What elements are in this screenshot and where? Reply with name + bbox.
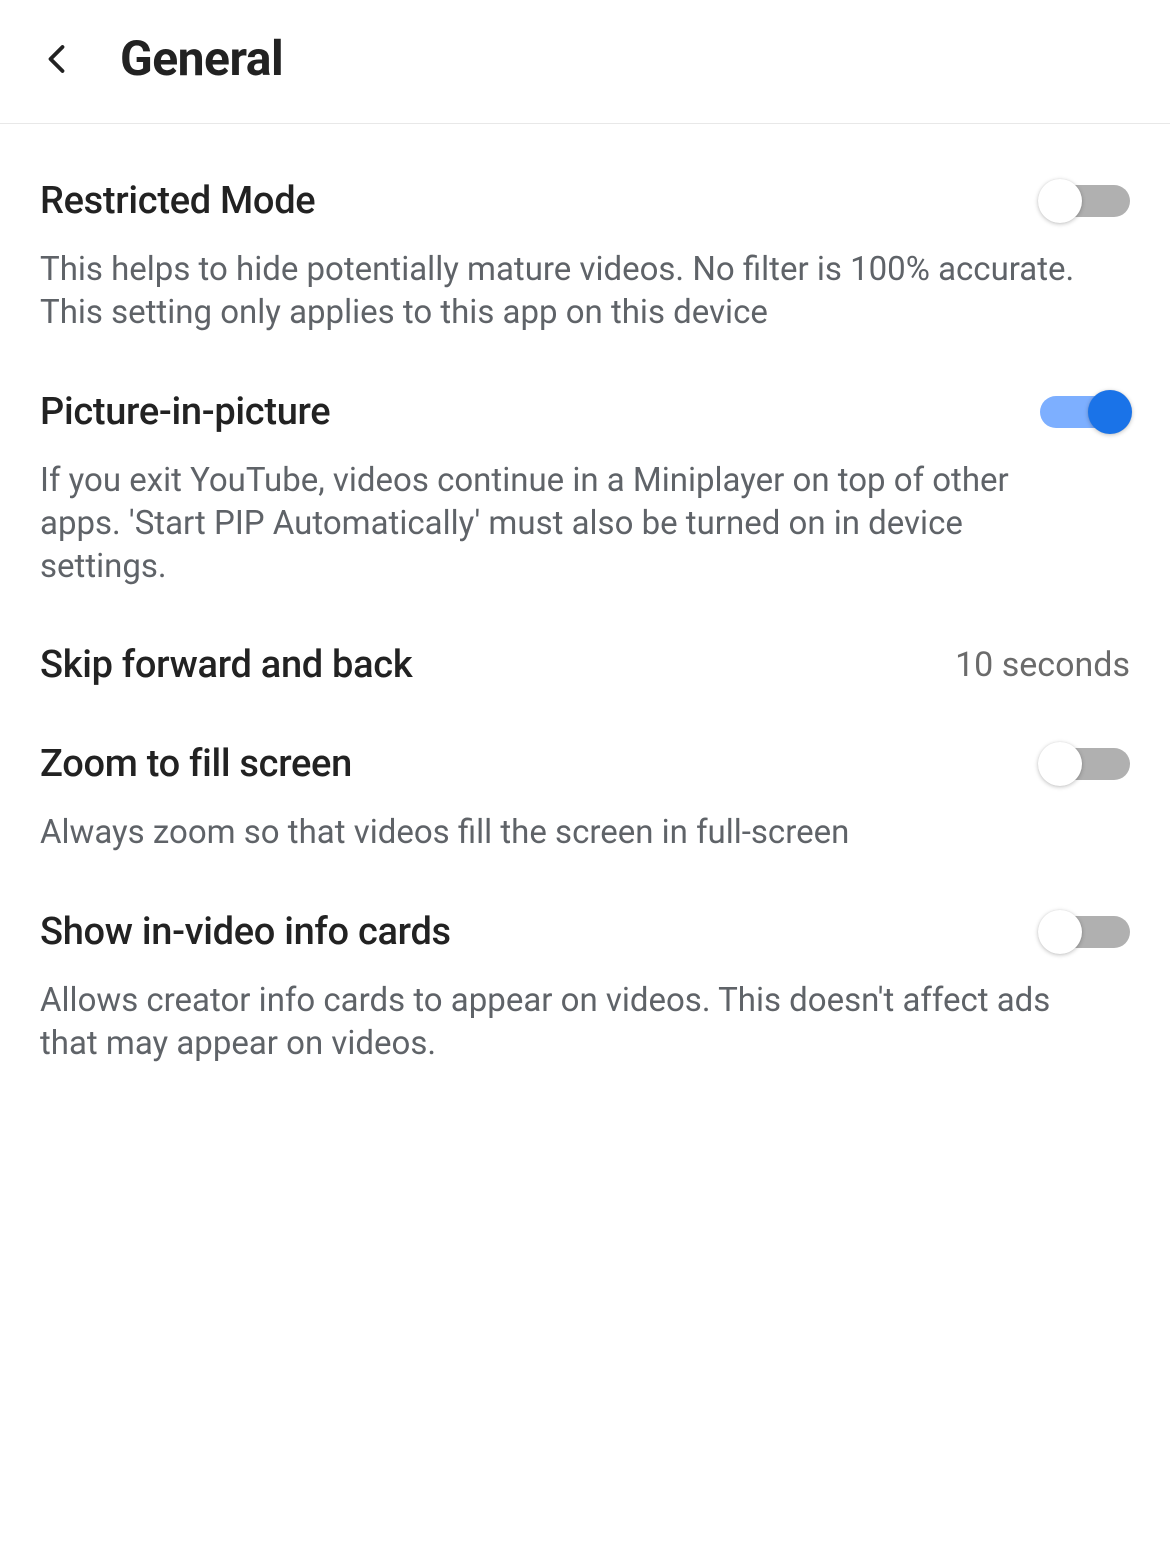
picture-in-picture-toggle[interactable] (1040, 396, 1130, 428)
settings-list: Restricted Mode This helps to hide poten… (0, 124, 1170, 1066)
setting-info-cards[interactable]: Show in-video info cards Allows creator … (40, 855, 1130, 1066)
setting-title: Zoom to fill screen (40, 742, 352, 786)
setting-restricted-mode[interactable]: Restricted Mode This helps to hide poten… (40, 124, 1130, 335)
setting-title: Picture-in-picture (40, 390, 330, 434)
setting-skip-forward-back[interactable]: Skip forward and back 10 seconds (40, 588, 1130, 687)
setting-value: 10 seconds (955, 645, 1130, 685)
setting-description: This helps to hide potentially mature vi… (40, 249, 1076, 335)
setting-title: Skip forward and back (40, 643, 412, 687)
restricted-mode-toggle[interactable] (1040, 185, 1130, 217)
setting-zoom-to-fill[interactable]: Zoom to fill screen Always zoom so that … (40, 687, 1130, 855)
setting-title: Restricted Mode (40, 179, 315, 223)
setting-description: If you exit YouTube, videos continue in … (40, 460, 1076, 589)
page-title: General (120, 30, 283, 87)
setting-picture-in-picture[interactable]: Picture-in-picture If you exit YouTube, … (40, 335, 1130, 589)
setting-title: Show in-video info cards (40, 910, 451, 954)
info-cards-toggle[interactable] (1040, 916, 1130, 948)
back-icon[interactable] (40, 41, 76, 77)
zoom-to-fill-toggle[interactable] (1040, 748, 1130, 780)
setting-description: Allows creator info cards to appear on v… (40, 980, 1076, 1066)
setting-description: Always zoom so that videos fill the scre… (40, 812, 1076, 855)
header: General (0, 0, 1170, 124)
